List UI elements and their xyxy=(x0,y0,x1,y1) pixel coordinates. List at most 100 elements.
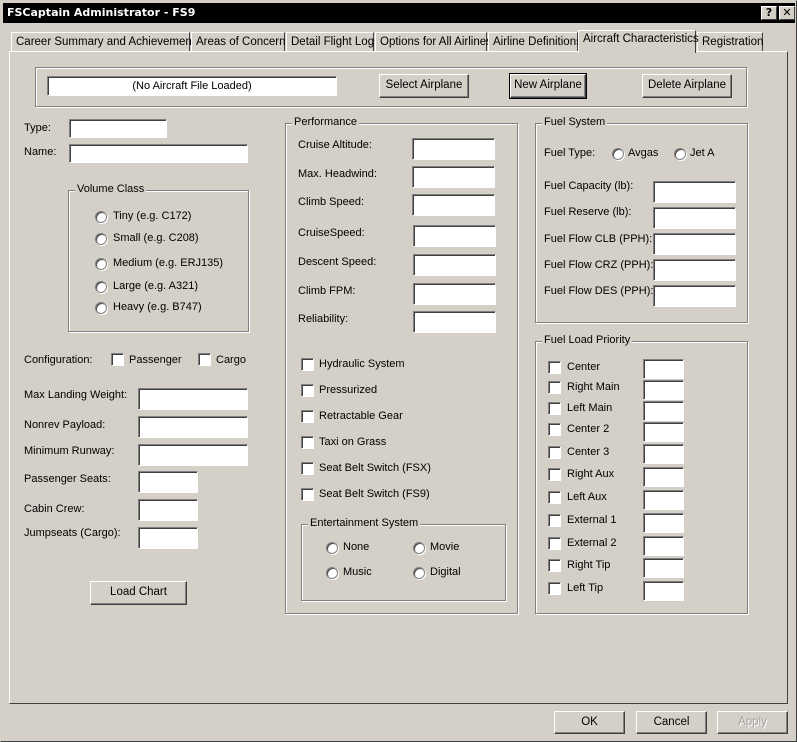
tank-center-3-input[interactable] xyxy=(643,444,684,464)
minimum-runway-input[interactable] xyxy=(138,444,248,466)
descent-speed-input[interactable] xyxy=(413,254,496,276)
cancel-button[interactable]: Cancel xyxy=(636,711,707,734)
cruise-speed-input[interactable] xyxy=(413,225,496,247)
close-icon[interactable]: ✕ xyxy=(779,6,795,20)
tab-airline-definitions[interactable]: Airline Definitions xyxy=(488,32,582,52)
tank-external-1-input[interactable] xyxy=(643,513,684,533)
pressurized-checkbox[interactable] xyxy=(301,384,314,397)
new-airplane-button[interactable]: New Airplane xyxy=(509,73,587,99)
volume-tiny-radio[interactable] xyxy=(95,211,107,223)
reliability-input[interactable] xyxy=(413,311,496,333)
retractable-gear-label: Retractable Gear xyxy=(319,410,403,422)
tank-center-3-checkbox[interactable] xyxy=(548,446,561,459)
tank-right-main-checkbox[interactable] xyxy=(548,381,561,394)
tank-left-aux-input[interactable] xyxy=(643,490,684,510)
fuel-flow-crz-input[interactable] xyxy=(653,259,736,281)
tank-right-aux-label: Right Aux xyxy=(567,468,615,480)
entertainment-music-radio[interactable] xyxy=(326,567,338,579)
tank-external-2-label: External 2 xyxy=(567,537,617,549)
tank-external-2-input[interactable] xyxy=(643,536,684,556)
fuel-reserve-input[interactable] xyxy=(653,207,736,229)
help-icon[interactable]: ? xyxy=(761,6,777,20)
climb-fpm-input[interactable] xyxy=(413,283,496,305)
aircraft-file-field[interactable] xyxy=(47,76,337,96)
nonrev-payload-label: Nonrev Payload: xyxy=(24,419,106,431)
tank-left-tip-checkbox[interactable] xyxy=(548,582,561,595)
cabin-crew-input[interactable] xyxy=(138,499,198,521)
jumpseats-input[interactable] xyxy=(138,527,198,549)
fuel-type-label: Fuel Type: xyxy=(544,147,596,159)
fuel-avgas-radio[interactable] xyxy=(612,148,624,160)
tab-registration[interactable]: Registration xyxy=(697,32,763,52)
tank-left-main-checkbox[interactable] xyxy=(548,402,561,415)
select-airplane-button[interactable]: Select Airplane xyxy=(379,74,469,98)
seat-belt-fsx-checkbox[interactable] xyxy=(301,462,314,475)
passenger-seats-input[interactable] xyxy=(138,471,198,493)
volume-heavy-radio[interactable] xyxy=(95,302,107,314)
type-input[interactable] xyxy=(69,119,167,138)
window-title: FSCaptain Administrator - FS9 xyxy=(7,6,196,19)
passenger-label: Passenger xyxy=(129,354,182,366)
fuel-flow-clb-input[interactable] xyxy=(653,233,736,255)
jumpseats-label: Jumpseats (Cargo): xyxy=(24,527,121,539)
entertainment-movie-radio[interactable] xyxy=(413,542,425,554)
entertainment-digital-label: Digital xyxy=(430,566,461,578)
entertainment-group: Entertainment System None Movie Music Di… xyxy=(301,517,506,601)
tank-center-2-checkbox[interactable] xyxy=(548,423,561,436)
tank-right-main-input[interactable] xyxy=(643,380,684,400)
fuel-capacity-input[interactable] xyxy=(653,181,736,203)
taxi-on-grass-checkbox[interactable] xyxy=(301,436,314,449)
tank-left-main-input[interactable] xyxy=(643,401,684,421)
tab-options-all-airlines[interactable]: Options for All Airlines xyxy=(375,32,492,52)
volume-large-radio[interactable] xyxy=(95,281,107,293)
volume-medium-radio[interactable] xyxy=(95,258,107,270)
fuel-flow-des-label: Fuel Flow DES (PPH): xyxy=(544,285,654,297)
admin-window: FSCaptain Administrator - FS9 ? ✕ Career… xyxy=(0,0,797,742)
tank-left-aux-checkbox[interactable] xyxy=(548,491,561,504)
delete-airplane-button[interactable]: Delete Airplane xyxy=(642,74,732,98)
max-landing-weight-input[interactable] xyxy=(138,388,248,410)
cruise-altitude-input[interactable] xyxy=(412,138,495,160)
cruise-altitude-label: Cruise Altitude: xyxy=(298,139,372,151)
tank-right-tip-input[interactable] xyxy=(643,558,684,578)
apply-button[interactable]: Apply xyxy=(717,711,788,734)
ok-button[interactable]: OK xyxy=(554,711,625,734)
tank-right-tip-checkbox[interactable] xyxy=(548,559,561,572)
tank-left-tip-input[interactable] xyxy=(643,581,684,601)
cargo-checkbox[interactable] xyxy=(198,353,211,366)
tab-detail-flight-log[interactable]: Detail Flight Log xyxy=(286,32,374,52)
tank-center-3-label: Center 3 xyxy=(567,446,610,458)
entertainment-digital-radio[interactable] xyxy=(413,567,425,579)
tank-right-aux-input[interactable] xyxy=(643,467,684,487)
seat-belt-fs9-checkbox[interactable] xyxy=(301,488,314,501)
tank-external-1-checkbox[interactable] xyxy=(548,514,561,527)
passenger-checkbox[interactable] xyxy=(111,353,124,366)
max-headwind-input[interactable] xyxy=(412,166,495,188)
cruise-speed-label: CruiseSpeed: xyxy=(298,227,365,239)
hydraulic-system-label: Hydraulic System xyxy=(319,358,405,370)
tab-career-summary[interactable]: Career Summary and Achievements xyxy=(11,32,201,52)
nonrev-payload-input[interactable] xyxy=(138,416,248,438)
fuel-flow-des-input[interactable] xyxy=(653,285,736,307)
retractable-gear-checkbox[interactable] xyxy=(301,410,314,423)
aircraft-characteristics-panel: Select Airplane New Airplane Delete Airp… xyxy=(9,51,788,704)
volume-small-radio[interactable] xyxy=(95,233,107,245)
name-input[interactable] xyxy=(69,144,248,163)
fuel-system-group: Fuel System Fuel Type: Avgas Jet A Fuel … xyxy=(535,116,748,323)
entertainment-none-radio[interactable] xyxy=(326,542,338,554)
tank-center-input[interactable] xyxy=(643,359,684,379)
configuration-label: Configuration: xyxy=(24,354,93,366)
tank-left-aux-label: Left Aux xyxy=(567,491,607,503)
reliability-label: Reliability: xyxy=(298,313,349,325)
fuel-jeta-radio[interactable] xyxy=(674,148,686,160)
tab-areas-of-concern[interactable]: Areas of Concern xyxy=(191,32,286,52)
tab-aircraft-characteristics[interactable]: Aircraft Characteristics xyxy=(578,30,699,53)
tank-right-aux-checkbox[interactable] xyxy=(548,468,561,481)
tank-center-2-input[interactable] xyxy=(643,422,684,442)
entertainment-title: Entertainment System xyxy=(308,517,421,529)
load-chart-button[interactable]: Load Chart xyxy=(90,581,187,605)
tank-external-2-checkbox[interactable] xyxy=(548,537,561,550)
climb-speed-input[interactable] xyxy=(412,194,495,216)
hydraulic-system-checkbox[interactable] xyxy=(301,358,314,371)
tank-center-checkbox[interactable] xyxy=(548,361,561,374)
